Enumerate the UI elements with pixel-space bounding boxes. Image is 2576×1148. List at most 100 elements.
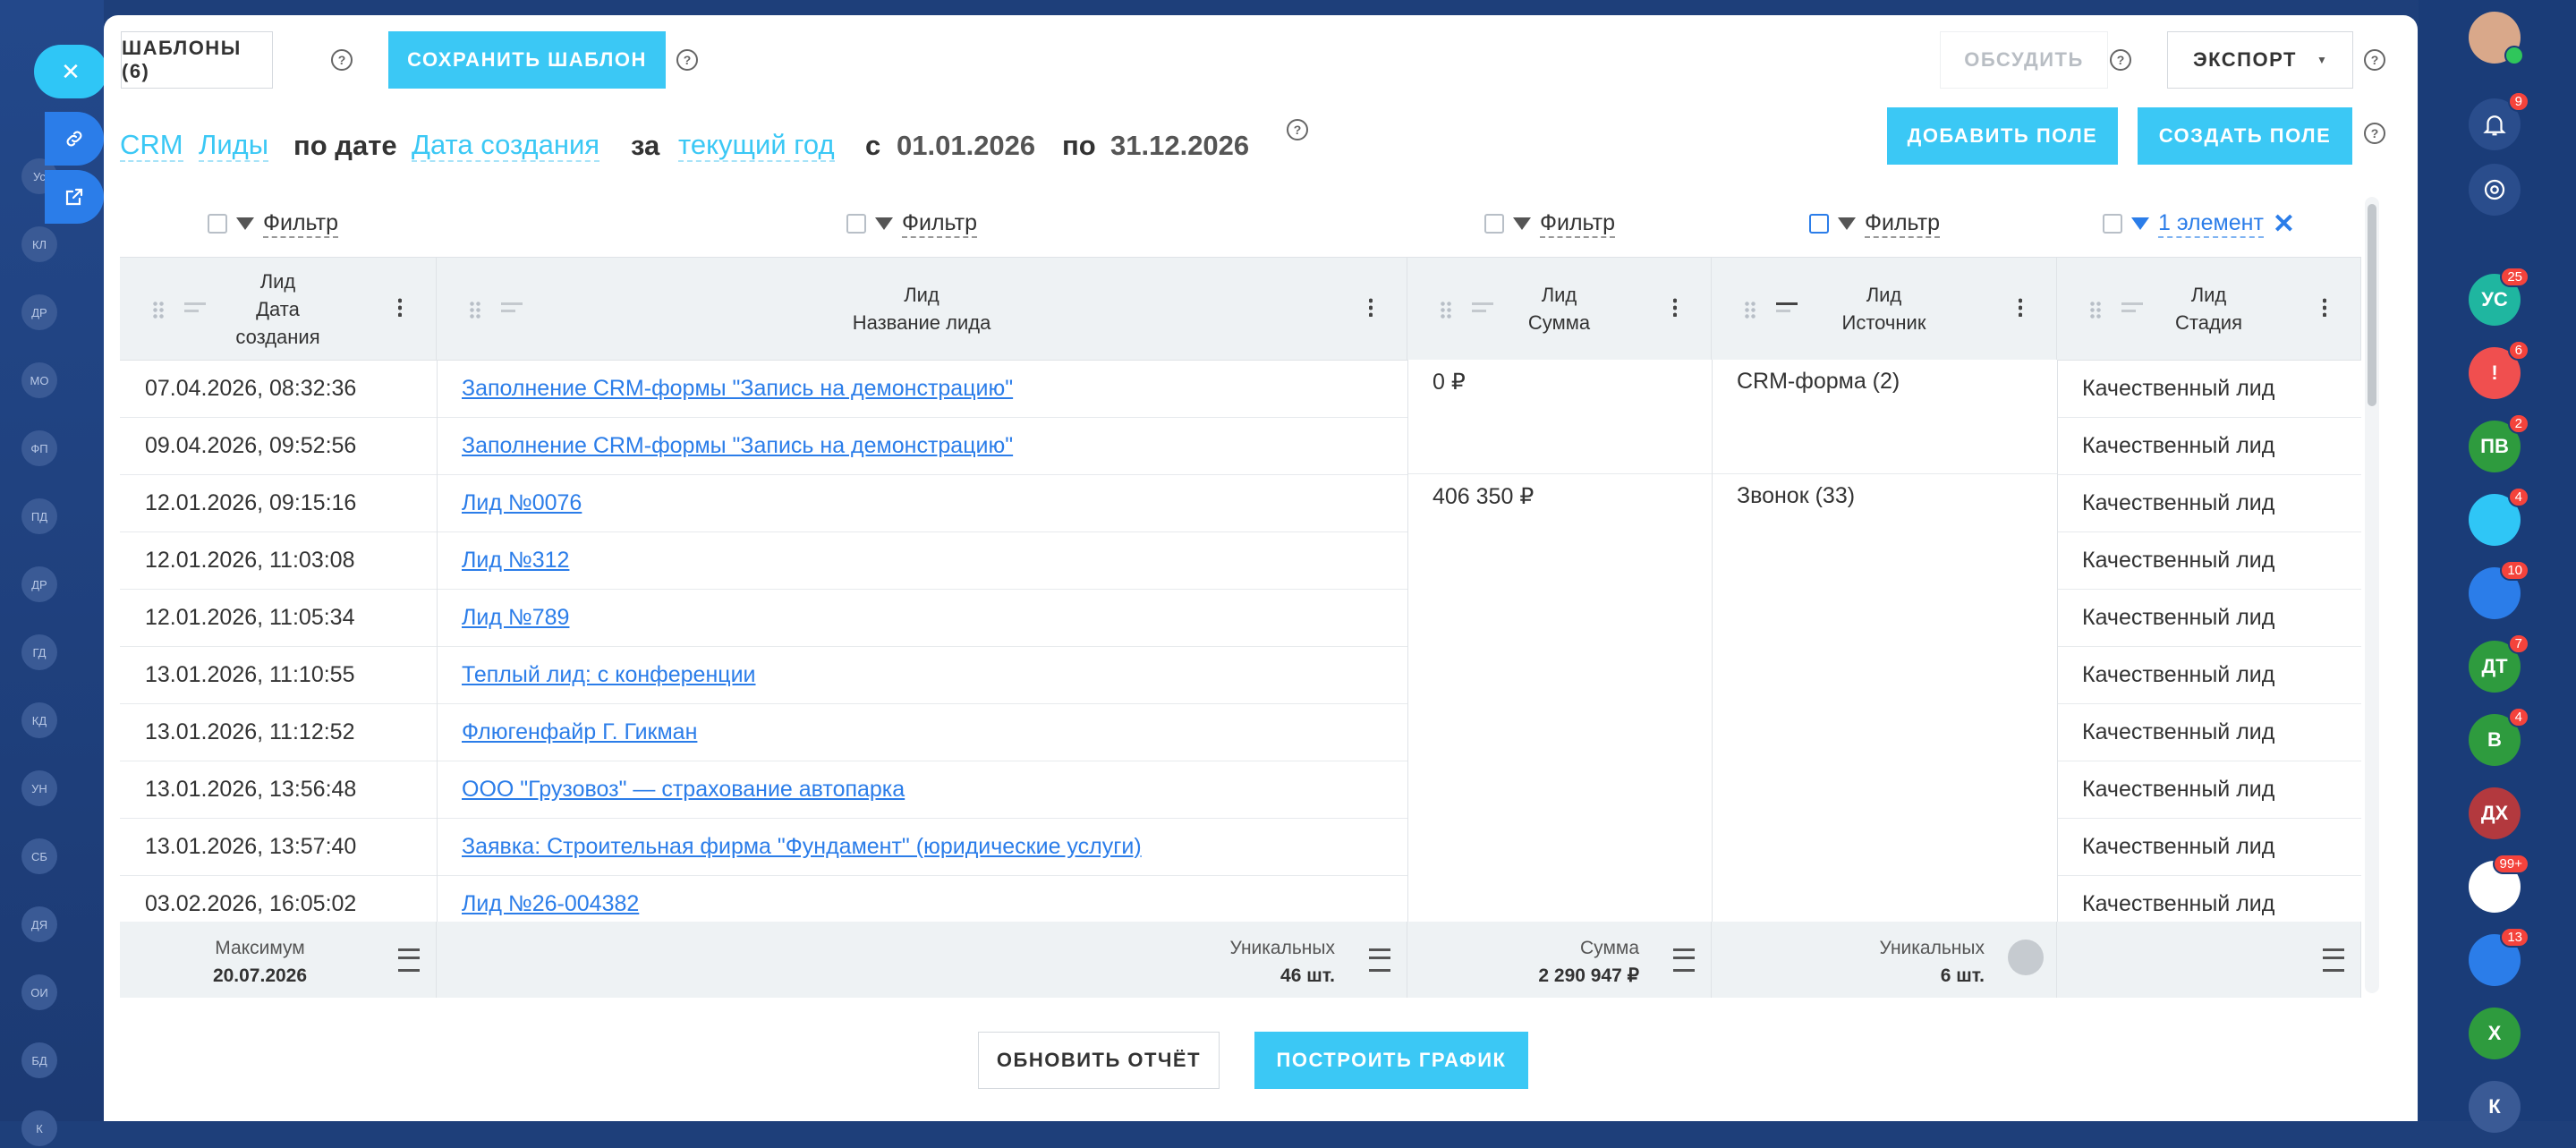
lead-link[interactable]: Теплый лид: с конференции: [462, 662, 756, 688]
fields-help-icon[interactable]: ?: [2364, 123, 2385, 144]
column-menu-icon[interactable]: [1673, 297, 1677, 317]
column-header-1[interactable]: Лид Дата создания: [120, 258, 437, 360]
drag-handle-icon[interactable]: [2089, 301, 2102, 319]
chat-unread-badge: 99+: [2492, 854, 2529, 874]
aggregate-function-icon[interactable]: [2323, 948, 2344, 972]
drag-handle-icon[interactable]: [469, 301, 481, 319]
column-filter-1[interactable]: Фильтр: [208, 192, 338, 255]
sort-icon[interactable]: [1472, 302, 1493, 319]
chat-avatar-3[interactable]: ПВ 2: [2469, 413, 2529, 472]
crumb-date-from[interactable]: 01.01.2026: [897, 130, 1035, 162]
build-chart-button[interactable]: ПОСТРОИТЬ ГРАФИК: [1254, 1032, 1528, 1089]
crumb-leads[interactable]: Лиды: [199, 130, 269, 162]
column-header-4[interactable]: Лид Источник: [1712, 258, 2057, 360]
chat-unread-badge: 6: [2507, 340, 2529, 361]
filter-label[interactable]: Фильтр: [1865, 210, 1940, 238]
lead-link[interactable]: Заявка: Строительная фирма "Фундамент" (…: [462, 834, 1142, 860]
chat-avatar-5[interactable]: 10: [2469, 560, 2529, 619]
background-nav-avatar: ГД: [21, 634, 57, 670]
create-field-button[interactable]: СОЗДАТЬ ПОЛЕ: [2138, 107, 2352, 165]
chat-avatar-8[interactable]: ДХ: [2469, 787, 2521, 839]
scrollbar-thumb[interactable]: [2368, 204, 2376, 406]
copy-column-icon[interactable]: [1484, 214, 1504, 234]
cell-date: 12.01.2026, 11:03:08: [145, 547, 355, 573]
copy-column-icon[interactable]: [1809, 214, 1829, 234]
search-chat-button[interactable]: [2469, 164, 2521, 216]
aggregate-function-icon[interactable]: [398, 948, 420, 972]
column-filter-2[interactable]: Фильтр: [846, 192, 977, 255]
sort-icon[interactable]: [1776, 302, 1798, 319]
column-menu-icon[interactable]: [2019, 297, 2022, 317]
column-filter-3[interactable]: Фильтр: [1484, 192, 1615, 255]
discuss-button[interactable]: ОБСУДИТЬ: [1940, 31, 2108, 89]
cell-sum-group-1-text: 0 ₽: [1433, 370, 1466, 395]
aggregate-function-icon[interactable]: [2008, 940, 2044, 975]
chat-avatar-1[interactable]: УС 25: [2469, 267, 2529, 326]
column-menu-icon[interactable]: [398, 297, 402, 317]
column-filter-5[interactable]: 1 элемент ✕: [2103, 192, 2295, 255]
crumb-period[interactable]: текущий год: [678, 130, 835, 162]
lead-link[interactable]: ООО "Грузовоз" — страхование автопарка: [462, 777, 905, 803]
chat-avatar-9[interactable]: 99+: [2469, 854, 2529, 913]
chat-avatar-10[interactable]: 13: [2469, 927, 2529, 986]
filter-label[interactable]: Фильтр: [263, 210, 338, 238]
lead-link[interactable]: Лид №312: [462, 548, 569, 574]
filter-label[interactable]: 1 элемент: [2158, 210, 2264, 238]
notifications-button[interactable]: 9: [2469, 91, 2529, 150]
save-template-help-icon[interactable]: ?: [676, 49, 698, 71]
drag-handle-icon[interactable]: [1744, 301, 1756, 319]
period-help-icon[interactable]: ?: [1287, 119, 1308, 140]
crumb-crm[interactable]: CRM: [120, 130, 183, 162]
cell-name: Лид №26-004382: [437, 875, 1407, 922]
copy-column-icon[interactable]: [2103, 214, 2122, 234]
save-template-button[interactable]: СОХРАНИТЬ ШАБЛОН: [388, 31, 666, 89]
column-filter-4[interactable]: Фильтр: [1809, 192, 1940, 255]
discuss-help-icon[interactable]: ?: [2110, 49, 2131, 71]
aggregate-function-icon[interactable]: [1673, 948, 1695, 972]
drag-handle-icon[interactable]: [1440, 301, 1452, 319]
chat-avatar-6[interactable]: ДТ 7: [2469, 634, 2529, 693]
drag-handle-icon[interactable]: [152, 301, 165, 319]
export-button[interactable]: ЭКСПОРТ ▼: [2167, 31, 2353, 89]
chat-avatar-label: УС: [2481, 288, 2508, 310]
lead-link[interactable]: Заполнение CRM-формы "Запись на демонстр…: [462, 433, 1013, 459]
export-help-icon[interactable]: ?: [2364, 49, 2385, 71]
copy-column-icon[interactable]: [846, 214, 866, 234]
column-header-text: Лид: [1541, 284, 1577, 306]
templates-button[interactable]: ШАБЛОНЫ (6): [121, 31, 273, 89]
background-nav-item: ДР: [21, 565, 93, 604]
column-menu-icon[interactable]: [1369, 297, 1373, 317]
chat-avatar-11[interactable]: Х: [2469, 1008, 2521, 1059]
chat-avatar-2[interactable]: ! 6: [2469, 340, 2529, 399]
chat-avatar-4[interactable]: 4: [2469, 487, 2529, 546]
crumb-date-field[interactable]: Дата создания: [412, 130, 600, 162]
lead-link[interactable]: Заполнение CRM-формы "Запись на демонстр…: [462, 376, 1013, 402]
lead-link[interactable]: Лид №26-004382: [462, 891, 639, 917]
open-in-new-window-button[interactable]: [45, 170, 104, 224]
refresh-report-button[interactable]: ОБНОВИТЬ ОТЧЁТ: [978, 1032, 1220, 1089]
column-header-5[interactable]: Лид Стадия: [2057, 258, 2361, 360]
column-header-3[interactable]: Лид Сумма: [1407, 258, 1712, 360]
table-scrollbar[interactable]: [2365, 197, 2379, 993]
copy-link-button[interactable]: [45, 112, 104, 166]
sort-icon[interactable]: [2121, 302, 2143, 319]
lead-link[interactable]: Лид №0076: [462, 490, 582, 516]
sort-icon[interactable]: [501, 302, 523, 319]
column-menu-icon[interactable]: [2323, 297, 2326, 317]
lead-link[interactable]: Лид №789: [462, 605, 569, 631]
chat-avatar-12[interactable]: К: [2469, 1081, 2521, 1133]
lead-link[interactable]: Флюгенфайр Г. Гикман: [462, 719, 697, 745]
add-field-button[interactable]: ДОБАВИТЬ ПОЛЕ: [1887, 107, 2118, 165]
close-slider-button[interactable]: ✕: [34, 45, 107, 98]
crumb-date-to[interactable]: 31.12.2026: [1110, 130, 1249, 162]
user-avatar[interactable]: [2469, 12, 2524, 65]
templates-help-icon[interactable]: ?: [331, 49, 353, 71]
clear-filter-icon[interactable]: ✕: [2273, 208, 2295, 240]
aggregate-function-icon[interactable]: [1369, 948, 1390, 972]
chat-avatar-7[interactable]: В4: [2469, 707, 2529, 766]
filter-label[interactable]: Фильтр: [1540, 210, 1615, 238]
filter-label[interactable]: Фильтр: [902, 210, 977, 238]
column-header-2[interactable]: Лид Название лида: [437, 258, 1407, 360]
sort-icon[interactable]: [184, 302, 206, 319]
copy-column-icon[interactable]: [208, 214, 227, 234]
